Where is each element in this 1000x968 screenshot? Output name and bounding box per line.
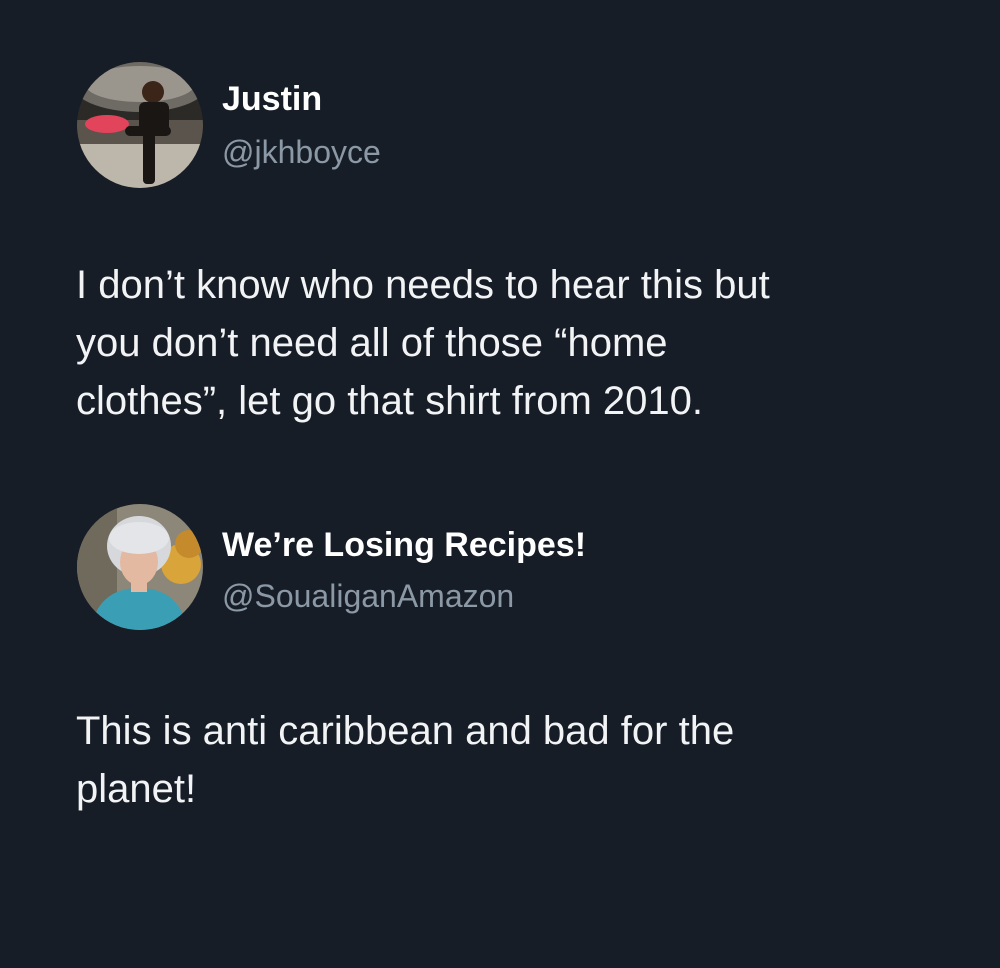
user-avatar-photo-icon [77, 504, 203, 630]
avatar[interactable] [77, 62, 203, 188]
tweet-text-line: planet! [76, 767, 197, 811]
tweet-text-line: clothes”, let go that shirt from 2010. [76, 379, 703, 423]
tweet-text: I don’t know who needs to hear this but … [76, 256, 956, 430]
tweet-text-line: I don’t know who needs to hear this but [76, 263, 770, 307]
tweet-text: This is anti caribbean and bad for the p… [76, 702, 956, 818]
display-name[interactable]: We’re Losing Recipes! [222, 528, 586, 562]
user-handle[interactable]: @jkhboyce [222, 136, 381, 168]
user-handle[interactable]: @SoualiganAmazon [222, 580, 514, 612]
user-avatar-photo-icon [77, 62, 203, 188]
display-name[interactable]: Justin [222, 82, 322, 116]
tweet-text-line: This is anti caribbean and bad for the [76, 709, 735, 753]
tweet-text-line: you don’t need all of those “home [76, 321, 668, 365]
avatar[interactable] [77, 504, 203, 630]
